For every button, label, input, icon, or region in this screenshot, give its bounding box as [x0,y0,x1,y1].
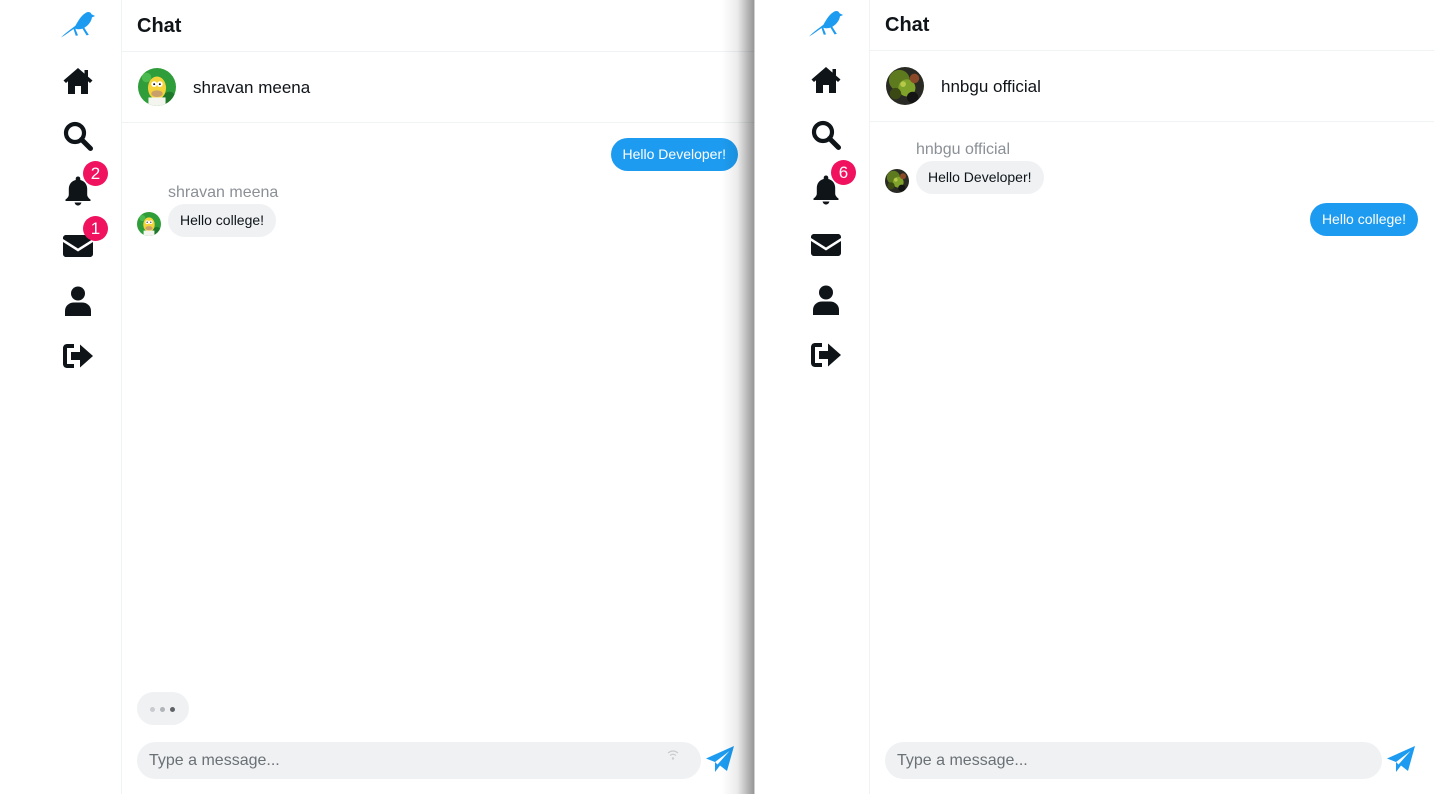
user-icon[interactable] [808,282,844,318]
chat-main: Chat hnbgu official hnbgu official Hello… [870,0,1434,794]
user-icon[interactable] [60,283,96,319]
outgoing-message: Hello Developer! [610,138,738,171]
message-input[interactable] [149,742,673,779]
bell-icon[interactable]: 2 [60,161,108,209]
search-icon[interactable] [60,118,96,154]
sidebar: 6 [755,0,870,794]
contact-avatar[interactable] [138,68,176,106]
typing-dot [150,707,155,712]
notifications-badge: 6 [831,160,856,185]
message-composer [885,742,1382,779]
sender-avatar [137,212,161,236]
sender-name: hnbgu official [916,141,1010,158]
bird-logo-icon[interactable] [808,6,844,42]
outgoing-message: Hello college! [1309,203,1418,236]
typing-indicator [137,692,189,725]
sidebar: 2 1 [0,0,122,794]
chat-main: Chat shravan meena Hello Developer! shra… [122,0,754,794]
send-button[interactable] [705,745,735,775]
page-title: Chat [885,14,930,36]
sign-out-icon[interactable] [808,337,844,373]
send-button[interactable] [1386,745,1416,775]
bird-logo-icon[interactable] [60,7,96,43]
incoming-message: Hello college! [168,204,277,237]
incoming-message: Hello Developer! [916,161,1044,194]
envelope-icon[interactable] [808,227,844,263]
right-chat-window: 6 Chat hnbgu official hnbgu official Hel… [754,0,1434,794]
contact-divider [122,122,754,123]
header-divider [870,50,1434,51]
typing-dot [160,707,165,712]
header-divider [122,51,754,52]
contact-name[interactable]: hnbgu official [941,77,1041,97]
envelope-icon[interactable]: 1 [60,216,108,264]
sign-out-icon[interactable] [60,338,96,374]
sender-avatar [885,169,909,193]
message-input[interactable] [897,742,1354,779]
bell-icon[interactable]: 6 [808,160,856,208]
message-composer [137,742,701,779]
typing-dot [170,707,175,712]
search-icon[interactable] [808,117,844,153]
wifi-icon [667,748,679,760]
contact-name[interactable]: shravan meena [193,78,310,98]
page-title: Chat [137,15,182,37]
home-icon[interactable] [808,62,844,98]
sender-name: shravan meena [168,184,279,201]
contact-avatar[interactable] [886,67,924,105]
notifications-badge: 2 [83,161,108,186]
messages-badge: 1 [83,216,108,241]
home-icon[interactable] [60,63,96,99]
left-chat-window: 2 1 Chat shravan meena Hello Developer! … [0,0,754,794]
contact-divider [870,121,1434,122]
